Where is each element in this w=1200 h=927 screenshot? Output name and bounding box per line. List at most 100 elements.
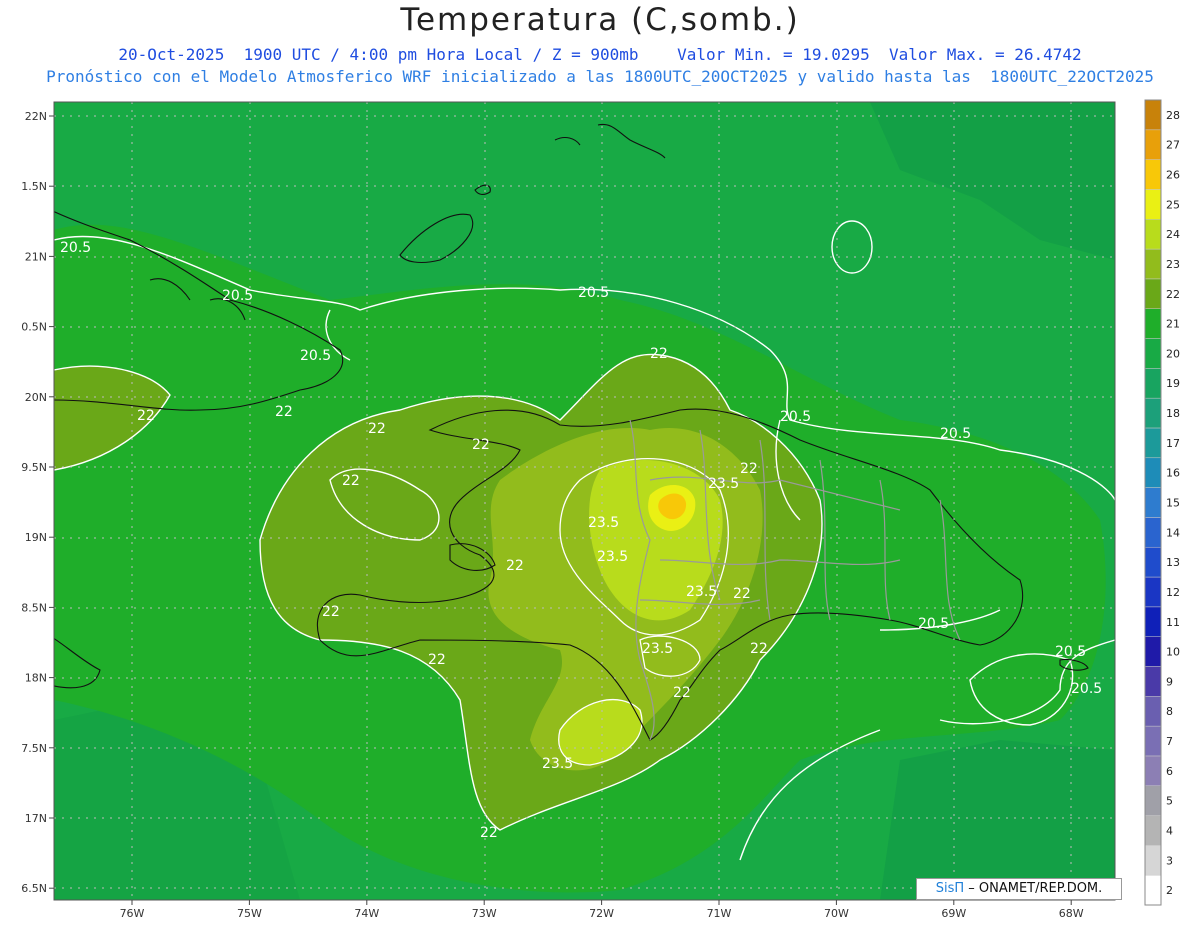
colorbar-swatch [1144, 159, 1162, 190]
colorbar-label: 10 [1166, 646, 1180, 659]
colorbar-label: 15 [1166, 497, 1180, 510]
colorbar-swatch [1144, 666, 1162, 697]
colorbar-label: 20 [1166, 347, 1180, 360]
contour-label: 23.5 [597, 549, 628, 565]
colorbar-label: 12 [1166, 586, 1180, 599]
colorbar-swatch [1144, 129, 1162, 160]
contour-label: 23.5 [708, 476, 739, 492]
contour-label: 20.5 [1055, 644, 1086, 660]
contour-label: 20.5 [780, 409, 811, 425]
colorbar-label: 16 [1166, 467, 1180, 480]
lat-label: 19N [25, 531, 47, 544]
lon-label: 76W [120, 907, 145, 920]
contour-label: 20.5 [578, 285, 609, 301]
contour-label: 22 [650, 346, 668, 362]
colorbar-swatch [1144, 219, 1162, 250]
colorbar-label: 11 [1166, 616, 1180, 629]
colorbar-swatch [1144, 636, 1162, 667]
colorbar-swatch [1144, 845, 1162, 876]
lat-label: 20N [25, 391, 47, 404]
contour-label: 22 [740, 461, 758, 477]
colorbar-swatch [1144, 755, 1162, 786]
colorbar-label: 18 [1166, 407, 1180, 420]
contour-label: 20.5 [940, 426, 971, 442]
lon-label: 69W [941, 907, 966, 920]
colorbar-swatch [1144, 785, 1162, 816]
contour-label: 22 [750, 641, 768, 657]
contour-label: 23.5 [686, 584, 717, 600]
colorbar-label: 3 [1166, 854, 1173, 867]
lat-label: 1.5N [21, 180, 47, 193]
contour-label: 20.5 [918, 616, 949, 632]
contour-label: 22 [428, 652, 446, 668]
lon-label: 72W [589, 907, 614, 920]
colorbar-swatch [1144, 368, 1162, 399]
colorbar-swatch [1144, 278, 1162, 309]
colorbar-swatch [1144, 248, 1162, 280]
contour-label: 22 [275, 404, 293, 420]
colorbar-swatch [1144, 427, 1162, 459]
contour-label: 22 [137, 408, 155, 424]
credit-brand: SisΠ [935, 881, 965, 896]
lat-label: 22N [25, 110, 47, 123]
colorbar-label: 13 [1166, 556, 1180, 569]
colorbar-label: 6 [1166, 765, 1173, 778]
lon-label: 70W [824, 907, 849, 920]
contour-label: 20.5 [222, 288, 253, 304]
lon-label: 74W [354, 907, 379, 920]
contour-label: 22 [342, 473, 360, 489]
colorbar-label: 2 [1166, 884, 1173, 897]
lat-label: 18N [25, 672, 47, 685]
credit-box: SisΠ – ONAMET/REP.DOM. [916, 878, 1122, 900]
contour-label: 23.5 [588, 515, 619, 531]
colorbar-swatch [1144, 457, 1162, 488]
colorbar-legend: 2345678910111213141516171819202122232425… [1144, 99, 1180, 906]
colorbar-label: 21 [1166, 318, 1180, 331]
colorbar-swatch [1144, 189, 1162, 220]
contour-label: 20.5 [1071, 681, 1102, 697]
lon-label: 71W [707, 907, 732, 920]
lat-label: 7.5N [21, 742, 47, 755]
contour-label: 22 [322, 604, 340, 620]
colorbar-swatch [1144, 308, 1162, 339]
lat-label: 8.5N [21, 601, 47, 614]
colorbar-label: 14 [1166, 526, 1180, 539]
colorbar-label: 23 [1166, 258, 1180, 271]
longitude-axis: 76W 75W 74W 73W 72W 71W 70W 69W 68W [120, 900, 1084, 920]
contour-label: 20.5 [60, 240, 91, 256]
colorbar-swatch [1144, 815, 1162, 846]
colorbar-label: 26 [1166, 169, 1180, 182]
colorbar-label: 7 [1166, 735, 1173, 748]
colorbar-label: 24 [1166, 228, 1180, 241]
colorbar-label: 4 [1166, 824, 1173, 837]
colorbar-swatch [1144, 576, 1162, 608]
contour-label: 23.5 [642, 641, 673, 657]
colorbar-swatch [1144, 874, 1162, 906]
colorbar-label: 28 [1166, 109, 1180, 122]
lon-label: 73W [472, 907, 497, 920]
contour-label: 22 [733, 586, 751, 602]
contour-label: 22 [472, 437, 490, 453]
colorbar-label: 8 [1166, 705, 1173, 718]
colorbar-swatch [1144, 487, 1162, 518]
colorbar-label: 27 [1166, 139, 1180, 152]
colorbar-swatch [1144, 606, 1162, 637]
credit-text: – ONAMET/REP.DOM. [968, 881, 1103, 896]
latitude-axis: 22N 1.5N 21N 0.5N 20N 9.5N 19N 8.5N 18N 7.5N 17N 6.… [21, 110, 54, 895]
contour-label: 22 [506, 558, 524, 574]
lon-label: 68W [1059, 907, 1084, 920]
colorbar-label: 22 [1166, 288, 1180, 301]
shade-20-southeast [880, 740, 1115, 900]
lat-label: 0.5N [21, 321, 47, 334]
lat-label: 6.5N [21, 882, 47, 895]
forecast-map: 20.5 20.5 20.5 20.5 20.5 20.5 20.5 20.5 … [21, 99, 1180, 920]
colorbar-label: 9 [1166, 675, 1173, 688]
contour-label: 23.5 [542, 756, 573, 772]
contour-label: 22 [480, 825, 498, 841]
colorbar-swatch [1144, 338, 1162, 369]
contour-label: 22 [368, 421, 386, 437]
colorbar-swatch [1144, 546, 1162, 578]
colorbar-label: 25 [1166, 198, 1180, 211]
lat-label: 9.5N [21, 461, 47, 474]
lat-label: 17N [25, 812, 47, 825]
